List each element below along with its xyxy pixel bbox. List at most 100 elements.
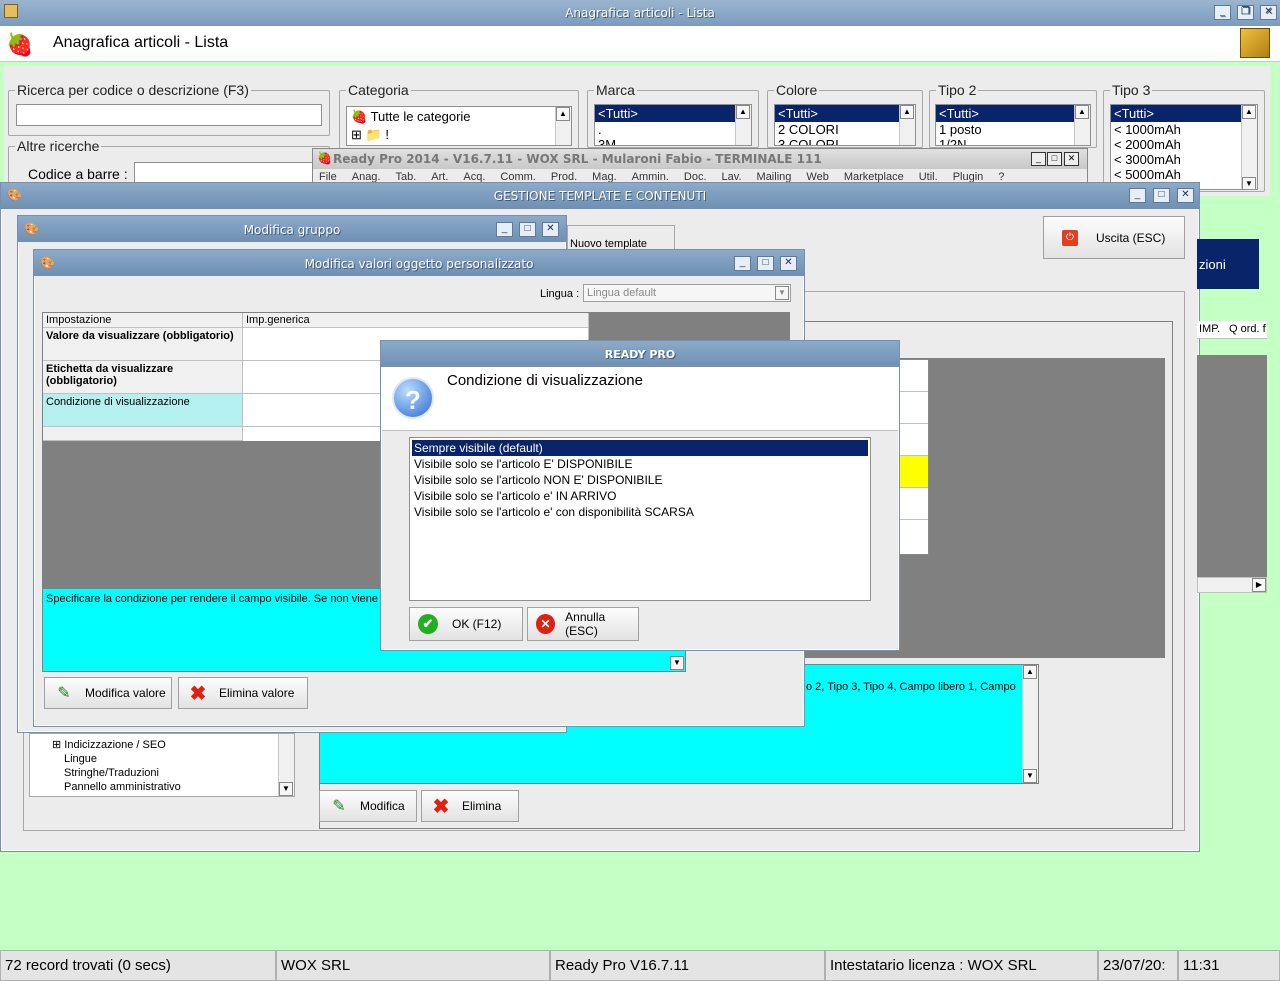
tree-item[interactable]: ⊞ 📁 ! [347,127,571,143]
tree-item[interactable]: 🍓 Tutte le categorie [347,107,571,127]
new-template-tab[interactable]: Nuovo template [567,225,675,250]
cancel-button[interactable]: ✕ Annulla (ESC) [527,607,639,641]
list-item[interactable]: 2 COLORI [775,122,915,137]
exit-button[interactable]: ⏻ Uscita (ESC) [1043,216,1185,259]
template-max-button[interactable]: □ [1153,188,1170,203]
list-item[interactable]: 1 posto [936,122,1090,137]
template-modify-button[interactable]: ✎ Modifica [319,790,417,822]
tree-item-label: Pannello amministrativo [64,781,181,793]
right-grid-scrollbar[interactable]: ▶ [1197,577,1267,593]
tipo2-scrollbar[interactable]: ▲ [1074,105,1090,145]
scroll-up-icon[interactable]: ▲ [736,105,750,119]
group-close-button[interactable]: ✕ [542,222,559,237]
marca-scrollbar[interactable]: ▲ [735,105,751,145]
restore-button[interactable]: ❐ [1237,5,1254,20]
group-max-button[interactable]: □ [519,222,536,237]
condition-option[interactable]: Visibile solo se l'articolo E' DISPONIBI… [412,456,868,472]
readypro-close-button[interactable]: ✕ [1064,152,1079,166]
barcode-input[interactable] [134,162,314,184]
scroll-up-icon[interactable]: ▲ [1075,105,1089,119]
tree-item[interactable]: Pannello amministrativo [30,779,294,793]
list-item[interactable]: < 3000mAh [1111,152,1257,167]
template-side-panel: zioni [1197,239,1259,289]
strawberry-logo-icon: 🍓 [6,32,34,57]
list-item[interactable]: < 2000mAh [1111,137,1257,152]
colore-label: Colore [774,82,820,98]
minimize-button[interactable]: _ [1214,5,1231,20]
categoria-tree[interactable]: 🍓 Tutte le categorie ⊞ 📁 ! ▲ [346,106,572,146]
readypro-window: Ready Pro 2014 - V16.7.11 - WOX SRL - Mu… [312,148,1088,184]
chevron-down-icon[interactable]: ▼ [775,286,789,300]
ok-button[interactable]: ✔ OK (F12) [409,607,523,641]
list-item[interactable]: 1/2N [936,137,1090,145]
status-license: Intestatario licenza : WOX SRL [825,950,1098,981]
marca-list[interactable]: <Tutti> . 3M ▲ [594,104,752,146]
modify-value-button[interactable]: ✎ Modifica valore [44,677,172,709]
template-delete-button[interactable]: ✖ Elimina [421,790,519,822]
language-select[interactable]: Lingua default ▼ [583,284,791,302]
readypro-max-button[interactable]: □ [1047,152,1062,166]
colore-list[interactable]: <Tutti> 2 COLORI 3 COLORI ▲ [774,104,916,146]
list-item[interactable]: 3 COLORI [775,137,915,145]
tree-scrollbar[interactable]: ▼ [278,734,294,796]
tree-item[interactable]: Lingue [30,751,294,765]
close-button[interactable]: ✕ [1260,5,1277,20]
row-label: Etichetta da visualizzare (obbligatorio) [46,363,174,387]
scroll-up-icon[interactable]: ▲ [1242,105,1256,119]
delete-value-label: Elimina valore [219,686,295,700]
table-row[interactable] [43,427,243,441]
table-row-selected[interactable]: Condizione di visualizzazione [43,394,243,427]
tree-item-label: Indicizzazione / SEO [64,739,166,751]
scroll-up-icon[interactable]: ▲ [900,105,914,119]
delete-value-button[interactable]: ✖ Elimina valore [178,677,308,709]
list-item[interactable]: < 5000mAh [1111,167,1257,182]
condition-option[interactable]: Visibile solo se l'articolo NON E' DISPO… [412,472,868,488]
template-min-button[interactable]: _ [1129,188,1146,203]
search-label: Ricerca per codice o descrizione (F3) [15,82,251,98]
template-tree[interactable]: ⊞ Indicizzazione / SEO Lingue Stringhe/T… [29,733,295,797]
tree-item[interactable]: ⊞ Indicizzazione / SEO [30,734,294,751]
template-titlebar: GESTIONE TEMPLATE E CONTENUTI [1,183,1199,209]
tree-item-label: Tutte le categorie [370,109,471,124]
condition-option[interactable]: Visibile solo se l'articolo e' con dispo… [412,504,868,520]
tipo3-list[interactable]: <Tutti> < 1000mAh < 2000mAh < 3000mAh < … [1110,104,1258,190]
status-date: 23/07/20: [1098,950,1178,981]
colore-scrollbar[interactable]: ▲ [899,105,915,145]
list-item[interactable]: <Tutti> [936,105,1090,122]
tree-item[interactable]: Stringhe/Traduzioni [30,765,294,779]
tree-item-label: Stringhe/Traduzioni [64,767,159,779]
scroll-down-icon[interactable]: ▼ [1242,177,1256,189]
readypro-min-button[interactable]: _ [1031,152,1046,166]
table-row[interactable]: Etichetta da visualizzare (obbligatorio) [43,361,243,394]
list-item[interactable]: 3M [595,137,751,145]
table-row[interactable]: Valore da visualizzare (obbligatorio) [43,328,243,361]
group-min-button[interactable]: _ [496,222,513,237]
condition-option[interactable]: Visibile solo se l'articolo e' IN ARRIVO [412,488,868,504]
list-item[interactable]: <Tutti> [595,105,751,122]
chevron-down-icon[interactable]: ▼ [670,656,684,670]
condition-option[interactable]: Sempre visibile (default) [412,440,868,456]
scroll-down-icon[interactable]: ▼ [1023,769,1037,783]
search-input[interactable] [16,104,322,126]
tipo3-scrollbar[interactable]: ▲ ▼ [1241,105,1257,189]
tree-item-label: Lingue [64,753,98,765]
condition-list[interactable]: Sempre visibile (default) Visibile solo s… [409,437,871,601]
list-item[interactable]: <Tutti> [1111,105,1257,122]
values-close-button[interactable]: ✕ [780,256,797,271]
scroll-up-icon[interactable]: ▲ [556,107,570,121]
tipo2-list[interactable]: <Tutti> 1 posto 1/2N ▲ [935,104,1091,146]
description-scrollbar[interactable]: ▲ ▼ [1022,665,1038,783]
list-item[interactable]: . [595,122,751,137]
categoria-scrollbar[interactable]: ▲ [555,107,571,145]
row-label: Condizione di visualizzazione [46,396,190,408]
scroll-right-icon[interactable]: ▶ [1252,578,1266,592]
template-close-button[interactable]: ✕ [1177,188,1194,203]
list-item[interactable]: < 1000mAh [1111,122,1257,137]
scroll-up-icon[interactable]: ▲ [1023,665,1037,679]
cancel-icon: ✕ [536,614,556,634]
values-min-button[interactable]: _ [734,256,751,271]
scroll-down-icon[interactable]: ▼ [279,782,293,796]
values-max-button[interactable]: □ [757,256,774,271]
list-item[interactable]: <Tutti> [775,105,915,122]
package-icon[interactable] [1240,28,1270,58]
